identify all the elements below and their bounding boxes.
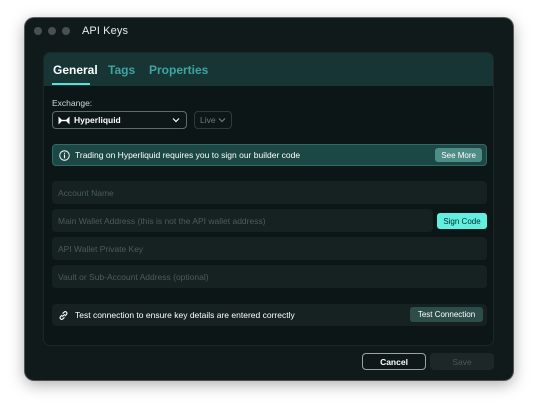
mode-select[interactable]: Live [194, 111, 232, 129]
save-button[interactable]: Save [430, 353, 494, 370]
api-wallet-private-key-input[interactable] [52, 237, 487, 260]
minimize-window-button[interactable] [48, 27, 56, 35]
info-banner-text: Trading on Hyperliquid requires you to s… [75, 150, 301, 160]
window-controls [34, 27, 70, 35]
settings-panel: General Tags Properties Exchange: Hyperl… [43, 52, 494, 346]
window-title: API Keys [82, 25, 129, 37]
api-keys-window: API Keys General Tags Properties Exchang… [25, 18, 513, 380]
account-name-input[interactable] [52, 181, 487, 204]
mode-selected-value: Live [200, 115, 216, 125]
chevron-down-icon [172, 118, 180, 123]
close-window-button[interactable] [34, 27, 42, 35]
exchange-selected-value: Hyperliquid [74, 115, 121, 125]
link-icon [59, 310, 68, 320]
cancel-button[interactable]: Cancel [362, 353, 426, 370]
tab-tags[interactable]: Tags [108, 63, 135, 77]
title-bar: API Keys [25, 18, 513, 44]
sign-code-button[interactable]: Sign Code [437, 213, 487, 229]
info-banner: Trading on Hyperliquid requires you to s… [52, 144, 487, 166]
test-connection-row: Test connection to ensure key details ar… [52, 304, 487, 326]
maximize-window-button[interactable] [62, 27, 70, 35]
exchange-select[interactable]: Hyperliquid [52, 111, 187, 129]
test-connection-text: Test connection to ensure key details ar… [75, 310, 295, 320]
hyperliquid-logo-icon [58, 116, 70, 124]
tab-general[interactable]: General [53, 63, 98, 77]
see-more-button[interactable]: See More [435, 148, 482, 162]
info-icon [59, 149, 70, 161]
main-wallet-address-input[interactable] [52, 209, 433, 232]
exchange-label: Exchange: [52, 98, 93, 108]
chevron-down-icon [218, 118, 226, 123]
vault-address-input[interactable] [52, 265, 487, 288]
active-tab-indicator [52, 83, 90, 85]
test-connection-button[interactable]: Test Connection [410, 307, 483, 322]
tab-properties[interactable]: Properties [149, 63, 208, 77]
tab-bar: General Tags Properties [44, 53, 493, 86]
